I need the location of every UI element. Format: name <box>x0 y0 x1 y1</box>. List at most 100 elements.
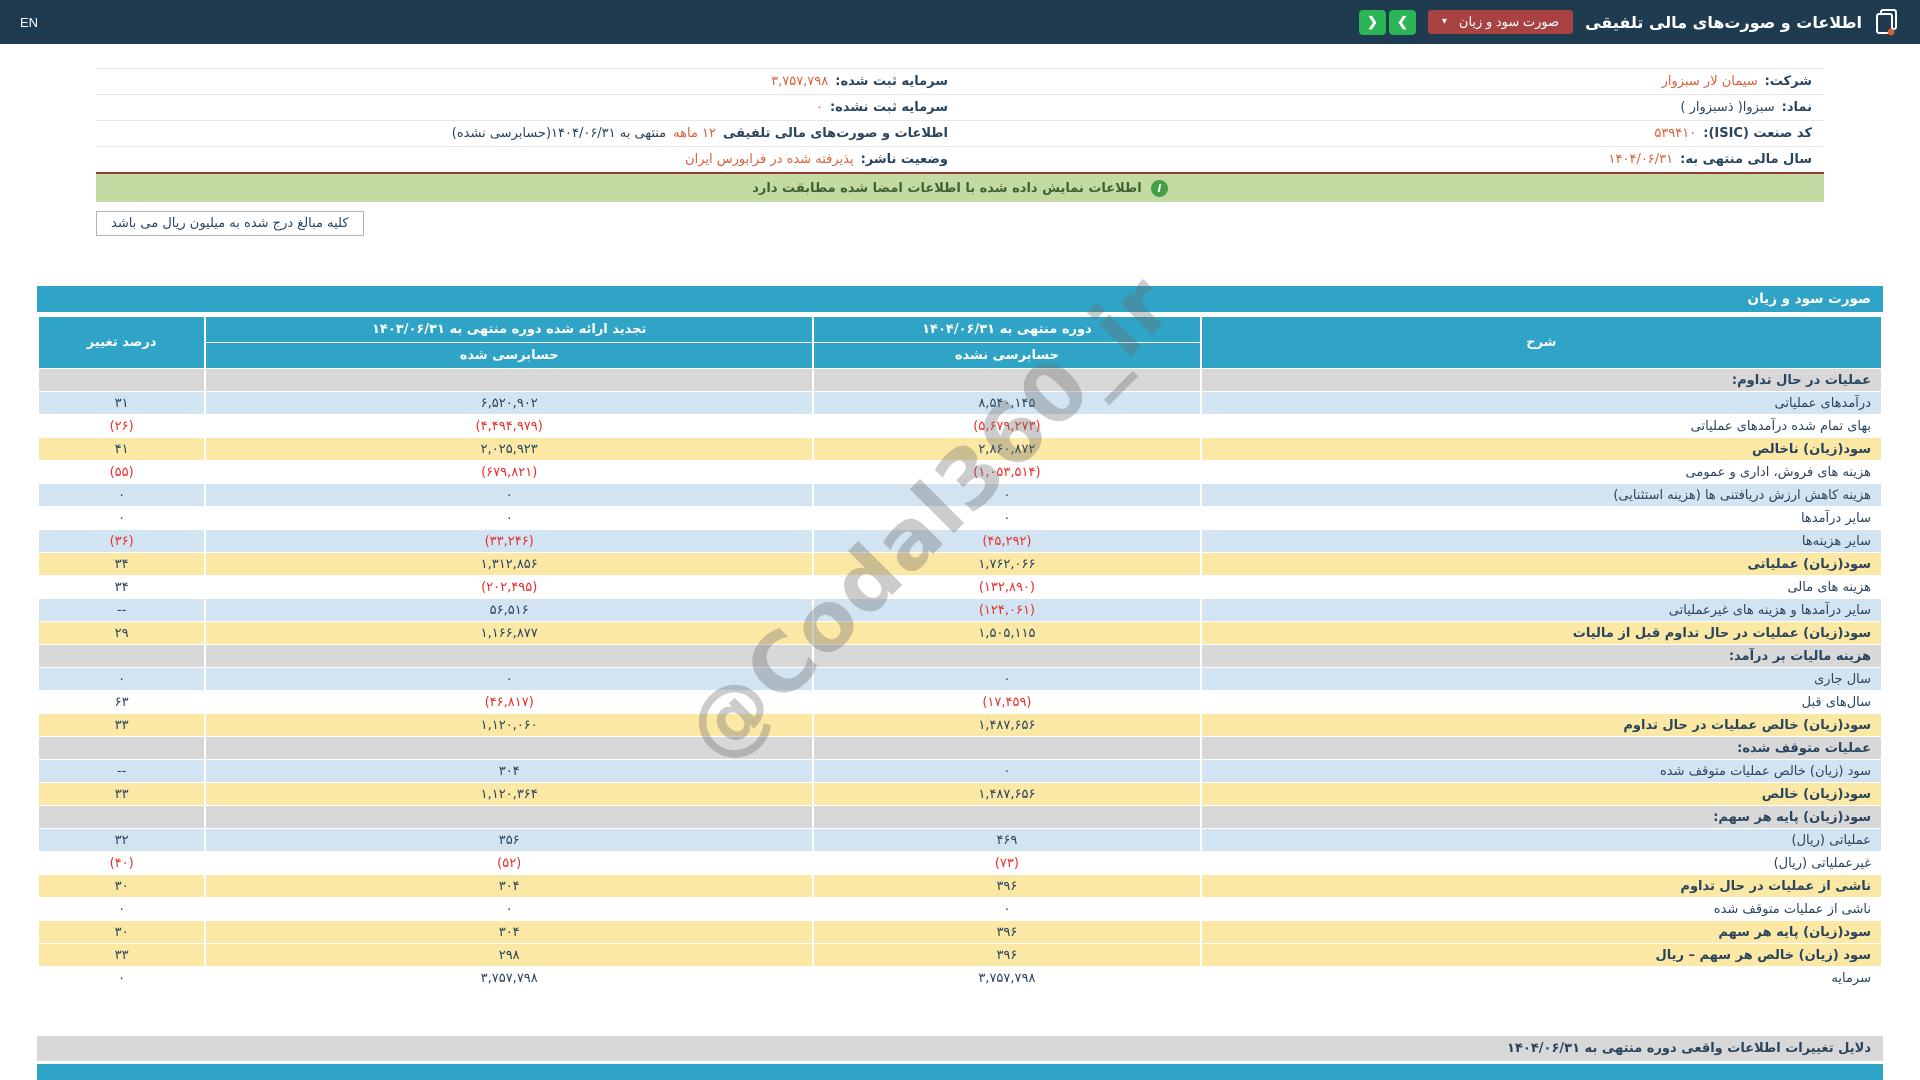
table-row: ناشی از عملیات متوقف شده ۰ ۰ ۰ <box>39 898 1881 920</box>
prior-period-value: (۶۷۹,۸۲۱) <box>206 461 813 483</box>
percent-change-value: -- <box>39 760 205 782</box>
row-label: سال‌های قبل <box>1201 691 1881 713</box>
info-isic: کد صنعت (ISIC): ۵۳۹۴۱۰ <box>960 121 1824 147</box>
prior-period-value: ۶,۵۲۰,۹۰۲ <box>206 392 813 414</box>
table-row: سود(زیان) پایه هر سهم ۳۹۶ ۳۰۴ ۳۰ <box>39 921 1881 943</box>
percent-change-value: ۳۰ <box>39 875 205 897</box>
table-row: سایر هزینه‌ها (۴۵,۲۹۲) (۳۳,۲۴۶) (۳۶) <box>39 530 1881 552</box>
info-symbol-value: سبزوا( ذسبزوار ) <box>1680 100 1775 115</box>
current-period-value <box>814 737 1200 759</box>
table-row: درآمدهای عملیاتی ۸,۵۴۰,۱۴۵ ۶,۵۲۰,۹۰۲ ۳۱ <box>39 392 1881 414</box>
percent-change-value: ۰ <box>39 507 205 529</box>
row-label: سود(زیان) عملیاتی <box>1201 553 1881 575</box>
table-row: سال‌های قبل (۱۷,۴۵۹) (۴۶,۸۱۷) ۶۳ <box>39 691 1881 713</box>
table-row: هزینه کاهش ارزش دریافتنی ها (هزینه استثن… <box>39 484 1881 506</box>
section-row: سود(زیان) پایه هر سهم: <box>39 806 1881 828</box>
company-info-section: شرکت: سیمان لار سبزوار سرمایه ثبت شده: ۳… <box>96 68 1824 236</box>
chevron-down-icon: ▾ <box>1441 16 1447 27</box>
current-period-value: ۰ <box>814 760 1200 782</box>
statement-type-dropdown[interactable]: صورت سود و زیان ▾ <box>1427 10 1574 34</box>
prior-period-value: ۳۰۴ <box>206 875 813 897</box>
row-label: هزینه های فروش، اداری و عمومی <box>1201 461 1881 483</box>
row-label: سود(زیان) خالص <box>1201 783 1881 805</box>
currency-unit-note: کلیه مبالغ درج شده به میلیون ریال می باش… <box>96 211 364 236</box>
row-label: سود(زیان) پایه هر سهم: <box>1201 806 1881 828</box>
row-label: سود(زیان) عملیات در حال تداوم قبل از مال… <box>1201 622 1881 644</box>
company-info-grid: شرکت: سیمان لار سبزوار سرمایه ثبت شده: ۳… <box>96 68 1824 174</box>
info-company-value: سیمان لار سبزوار <box>1661 74 1758 89</box>
percent-change-value: ۳۲ <box>39 829 205 851</box>
table-row: هزینه های فروش، اداری و عمومی (۱,۰۵۳,۵۱۴)… <box>39 461 1881 483</box>
column-header-description: شرح <box>1201 317 1881 368</box>
prior-period-value: (۳۳,۲۴۶) <box>206 530 813 552</box>
change-reasons-header: دلایل تغییرات اطلاعات واقعی دوره منتهی ب… <box>37 1036 1883 1061</box>
info-fiscal-year: سال مالی منتهی به: ۱۴۰۴/۰۶/۳۱ <box>960 147 1824 172</box>
current-period-value: ۱,۷۶۲,۰۶۶ <box>814 553 1200 575</box>
info-registered-capital-value: ۳,۷۵۷,۷۹۸ <box>771 74 829 89</box>
statement-pager: ❯ ❮ <box>1358 9 1416 35</box>
row-label: سرمایه <box>1201 967 1881 989</box>
current-period-value: ۱,۴۸۷,۶۵۶ <box>814 783 1200 805</box>
current-period-value: ۱,۵۰۵,۱۱۵ <box>814 622 1200 644</box>
percent-change-value: (۴۰) <box>39 852 205 874</box>
info-issuer-status: وضعیت ناشر: پذیرفته شده در فرابورس ایران <box>96 147 960 172</box>
statement-type-dropdown-label: صورت سود و زیان <box>1458 14 1560 29</box>
info-symbol: نماد: سبزوا( ذسبزوار ) <box>960 95 1824 121</box>
row-label: سود (زیان) خالص هر سهم – ریال <box>1201 944 1881 966</box>
language-toggle-en[interactable]: EN <box>20 15 38 30</box>
current-period-value: ۳۹۶ <box>814 875 1200 897</box>
prior-period-value <box>206 645 813 667</box>
prior-period-value: ۳۵۶ <box>206 829 813 851</box>
prior-period-value <box>206 737 813 759</box>
income-statement-section: صورت سود و زیان شرح دوره منتهی به ۱۴۰۴/۰… <box>37 257 1883 990</box>
row-label: هزینه های مالی <box>1201 576 1881 598</box>
column-subheader-audited: حسابرسی شده <box>206 343 813 368</box>
previous-statement-button[interactable]: ❮ <box>1358 9 1386 35</box>
current-period-value <box>814 369 1200 391</box>
percent-change-value <box>39 369 205 391</box>
percent-change-value: ۳۴ <box>39 576 205 598</box>
current-period-value: (۱,۰۵۳,۵۱۴) <box>814 461 1200 483</box>
percent-change-value: ۰ <box>39 967 205 989</box>
current-period-value <box>814 645 1200 667</box>
current-period-value: ۰ <box>814 507 1200 529</box>
current-period-value: (۱۲۴,۰۶۱) <box>814 599 1200 621</box>
current-period-value: ۲,۸۶۰,۸۷۲ <box>814 438 1200 460</box>
row-label: سود(زیان) ناخالص <box>1201 438 1881 460</box>
topbar-left-group: EN <box>20 15 38 30</box>
current-period-value: ۳۹۶ <box>814 944 1200 966</box>
info-statement-rest: منتهی به ۱۴۰۴/۰۶/۳۱(حسابرسی نشده) <box>451 126 667 141</box>
info-registered-capital: سرمایه ثبت شده: ۳,۷۵۷,۷۹۸ <box>96 69 960 95</box>
table-row: سایر درآمدها ۰ ۰ ۰ <box>39 507 1881 529</box>
prior-period-value: ۳۰۴ <box>206 921 813 943</box>
prior-period-value: ۵۶,۵۱۶ <box>206 599 813 621</box>
prior-period-value: ۳۰۴ <box>206 760 813 782</box>
prior-period-value: ۲۹۸ <box>206 944 813 966</box>
prior-period-value: ۱,۱۶۶,۸۷۷ <box>206 622 813 644</box>
section-row: عملیات متوقف شده: <box>39 737 1881 759</box>
prior-period-value: ۳,۷۵۷,۷۹۸ <box>206 967 813 989</box>
current-period-value: (۱۷,۴۵۹) <box>814 691 1200 713</box>
prior-period-value: ۲,۰۲۵,۹۲۳ <box>206 438 813 460</box>
table-row: سرمایه ۳,۷۵۷,۷۹۸ ۳,۷۵۷,۷۹۸ ۰ <box>39 967 1881 989</box>
info-statement-period-value: ۱۲ ماهه <box>673 126 717 141</box>
next-statement-button[interactable]: ❯ <box>1388 9 1416 35</box>
info-unregistered-capital: سرمایه ثبت نشده: ۰ <box>96 95 960 121</box>
percent-change-value <box>39 806 205 828</box>
prior-period-value: (۵۲) <box>206 852 813 874</box>
info-company-label: شرکت: <box>1764 74 1812 89</box>
row-label: سود (زیان) خالص عملیات متوقف شده <box>1201 760 1881 782</box>
info-registered-capital-label: سرمایه ثبت شده: <box>835 74 948 89</box>
row-label: ناشی از عملیات متوقف شده <box>1201 898 1881 920</box>
table-row: هزینه های مالی (۱۳۲,۸۹۰) (۲۰۲,۴۹۵) ۳۴ <box>39 576 1881 598</box>
percent-change-value: ۰ <box>39 898 205 920</box>
percent-change-value: ۳۳ <box>39 783 205 805</box>
current-period-value: (۱۳۲,۸۹۰) <box>814 576 1200 598</box>
page-title: اطلاعات و صورت‌های مالی تلفیقی <box>1585 12 1862 32</box>
prior-period-value: (۲۰۲,۴۹۵) <box>206 576 813 598</box>
percent-change-value <box>39 645 205 667</box>
percent-change-value: (۲۶) <box>39 415 205 437</box>
prior-period-value: ۱,۱۲۰,۰۶۰ <box>206 714 813 736</box>
prior-period-value: ۰ <box>206 507 813 529</box>
row-label: هزینه مالیات بر درآمد: <box>1201 645 1881 667</box>
